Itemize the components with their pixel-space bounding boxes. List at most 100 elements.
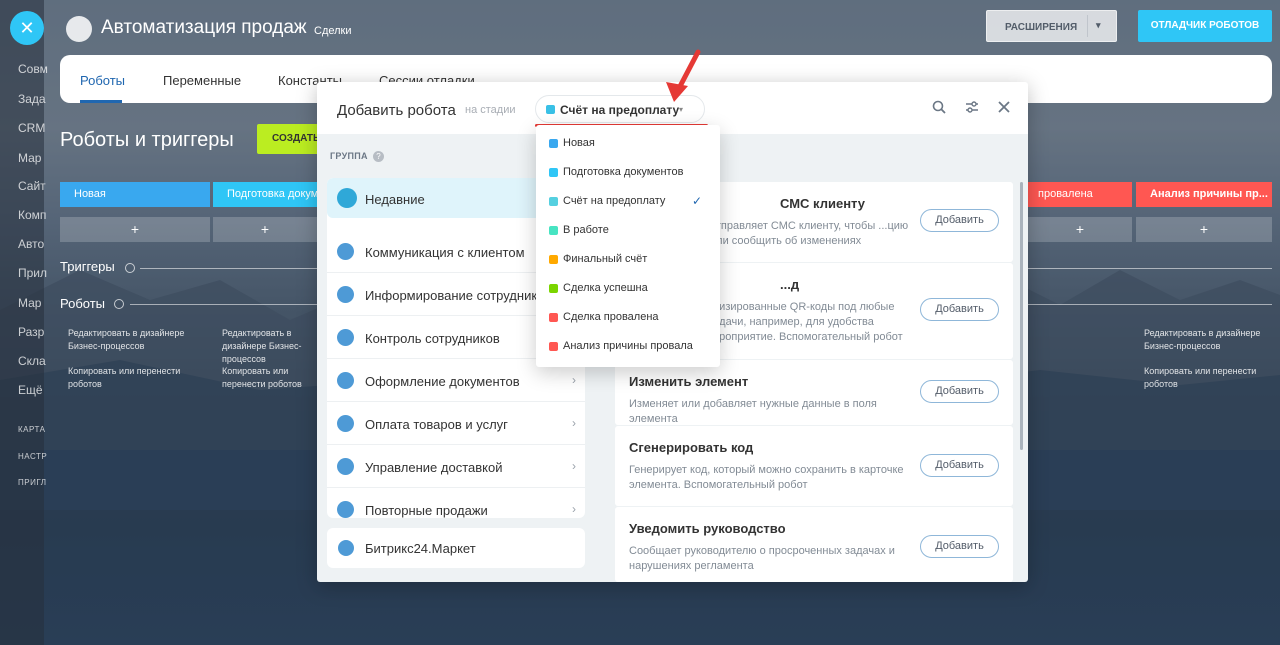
stage-column-header[interactable]: Новая [60,182,210,207]
add-trigger-button[interactable]: + [60,217,210,242]
add-robot-button[interactable]: Добавить [920,209,999,232]
sidebar-item[interactable]: Авто [18,237,44,251]
add-robot-button[interactable]: Добавить [920,298,999,321]
stage-option[interactable]: Сделка успешна [536,274,720,303]
robot-title: Уведомить руководство [629,521,786,536]
tab-robots[interactable]: Роботы [80,73,125,88]
robot-description: Изменяет или добавляет нужные данные в п… [629,398,877,425]
edit-in-designer-link[interactable]: Редактировать в дизайнере Бизнес-процесс… [222,327,314,366]
group-label: ГРУППА [330,151,368,161]
group-item-payment[interactable]: Оплата товаров и услуг › [327,403,585,445]
sidebar-item[interactable]: Прил [18,266,47,280]
stage-color-marker [549,197,558,206]
stage-option-selected[interactable]: Счёт на предоплату ✓ [536,187,720,216]
stage-option[interactable]: Сделка провалена [536,303,720,332]
stage-color-marker [546,105,555,114]
sidebar-small-item[interactable]: НАСТР [18,452,47,461]
robot-title: Сгенерировать код [629,440,754,455]
sidebar-item[interactable]: Совм [18,62,48,76]
divider [1028,304,1272,305]
add-trigger-button[interactable]: + [1028,217,1132,242]
sidebar-small-item[interactable]: КАРТА [18,425,45,434]
stage-option-label: Подготовка документов [563,166,684,178]
divider [140,268,317,269]
annotation-arrow-icon [666,49,701,102]
group-label-text: Контроль сотрудников [365,331,500,346]
group-label-text: Оплата товаров и услуг [365,417,508,432]
page-subtitle: Сделки [314,25,352,37]
edit-in-designer-link[interactable]: Редактировать в дизайнере Бизнес-процесс… [1144,327,1269,353]
left-sidebar: Совм Зада CRM Мар Сайт Комп Авто Прил Ма… [0,0,48,645]
stage-color-marker [549,284,558,293]
group-label-text: Оформление документов [365,374,520,389]
stage-option-label: В работе [563,224,609,236]
sidebar-item[interactable]: Комп [18,208,46,222]
stage-option[interactable]: Подготовка документов [536,158,720,187]
stage-column-header[interactable]: провалена [1028,182,1132,207]
stage-column-header[interactable]: Подготовка докум [213,182,317,207]
extensions-button[interactable]: РАСШИРЕНИЯ ▾ [986,10,1117,42]
sidebar-item[interactable]: CRM [18,121,45,135]
stage-option[interactable]: Новая [536,129,720,158]
sidebar-small-item[interactable]: ПРИГЛ [18,478,46,487]
copy-robots-link[interactable]: Копировать или перенести роботов [222,365,314,391]
stage-option[interactable]: Финальный счёт [536,245,720,274]
robot-description: Генерирует код, который можно сохранить … [629,464,904,491]
add-robot-button[interactable]: Добавить [920,454,999,477]
help-icon[interactable] [114,299,124,309]
robot-description: ...изированные QR-коды под любые ...дачи… [710,301,903,343]
sidebar-item[interactable]: Скла [18,354,46,368]
edit-in-designer-link[interactable]: Редактировать в дизайнере Бизнес-процесс… [68,327,208,353]
search-icon[interactable] [931,100,947,116]
add-trigger-button[interactable]: + [213,217,317,242]
stage-color-marker [549,226,558,235]
tab-variables[interactable]: Переменные [163,73,241,88]
add-trigger-button[interactable]: + [1136,217,1272,242]
robots-label: Роботы [60,296,106,311]
stage-color-marker [549,313,558,322]
copy-robots-link[interactable]: Копировать или перенести роботов [68,365,208,391]
truck-icon [337,458,354,475]
sidebar-item[interactable]: Сайт [18,179,46,193]
market-item[interactable]: Битрикс24.Маркет [327,528,585,568]
group-label-text: Повторные продажи [365,503,488,518]
robot-title: Изменить элемент [629,374,749,389]
sidebar-item[interactable]: Зада [18,92,46,106]
robot-description: Сообщает руководителю о просроченных зад… [629,545,895,572]
stage-option-label: Сделка успешна [563,282,648,294]
group-item-repeat-sales[interactable]: Повторные продажи › [327,489,585,518]
close-icon[interactable] [996,100,1012,116]
group-label-text: Управление доставкой [365,460,503,475]
stage-color-marker [549,342,558,351]
sidebar-item[interactable]: Мар [18,151,41,165]
copy-robots-link[interactable]: Копировать или перенести роботов [1144,365,1269,391]
stage-option[interactable]: Анализ причины провала [536,332,720,361]
chevron-down-icon[interactable]: ▾ [1096,20,1101,31]
extensions-label: РАСШИРЕНИЯ [1005,22,1078,33]
group-item-delivery[interactable]: Управление доставкой › [327,446,585,488]
group-label-text: Информирование сотрудников [365,288,552,303]
robot-description: отправляет СМС клиенту, чтобы ...цию или… [710,220,909,247]
sidebar-item[interactable]: Мар [18,296,41,310]
chevron-right-icon: › [572,502,576,516]
sidebar-item[interactable]: Разр [18,325,44,339]
settings-sliders-icon[interactable] [964,100,980,116]
group-label-text: Коммуникация с клиентом [365,245,525,260]
divider [1028,268,1272,269]
sidebar-item[interactable]: Ещё [18,383,43,397]
add-robot-button[interactable]: Добавить [920,535,999,558]
stage-option[interactable]: В работе [536,216,720,245]
robot-app-icon [66,16,92,42]
stage-column-header[interactable]: Анализ причины пр... [1136,182,1272,207]
close-slider-button[interactable]: ✕ [10,11,44,45]
dialog-title: Добавить робота [337,102,456,119]
robot-title: СМС клиенту [780,196,865,211]
help-icon[interactable]: ? [373,151,384,162]
robot-debugger-button[interactable]: ОТЛАДЧИК РОБОТОВ [1138,10,1272,42]
add-robot-button[interactable]: Добавить [920,380,999,403]
help-icon[interactable] [125,263,135,273]
scrollbar[interactable] [1020,182,1023,450]
close-icon: ✕ [19,18,35,38]
document-icon [337,372,354,389]
stage-color-marker [549,139,558,148]
